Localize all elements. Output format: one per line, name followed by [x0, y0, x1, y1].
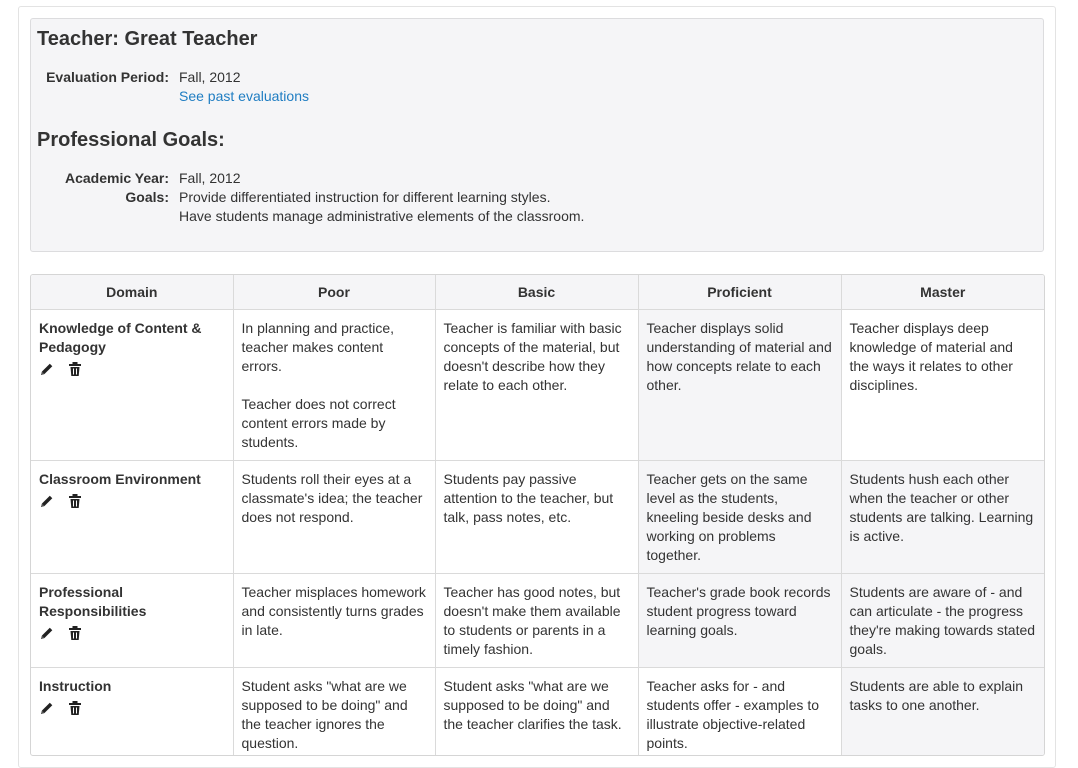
see-past-evaluations-link[interactable]: See past evaluations [179, 88, 309, 104]
row-actions [39, 361, 225, 377]
domain-name: Instruction [39, 678, 112, 694]
master-cell: Students are aware of - and can articula… [841, 573, 1044, 668]
cell-text: Students roll their eyes at a classmate'… [241, 471, 423, 525]
poor-cell: Teacher misplaces homework and consisten… [233, 573, 436, 668]
cell-text: Teacher has good notes, but doesn't make… [443, 584, 621, 657]
proficient-cell: Teacher asks for - and students offer - … [638, 667, 842, 755]
poor-cell: In planning and practice, teacher makes … [233, 309, 436, 461]
master-cell: Students hush each other when the teache… [841, 460, 1044, 574]
pencil-icon[interactable] [39, 361, 55, 377]
domain-cell: Professional Responsibilities [31, 573, 234, 668]
row-actions [39, 700, 225, 716]
evaluation-period-value: Fall, 2012 [179, 69, 241, 85]
trash-icon[interactable] [67, 700, 83, 716]
goal-item: Have students manage administrative elem… [179, 208, 585, 224]
academic-year-label: Academic Year: [64, 170, 169, 186]
column-header-master: Master [841, 275, 1044, 310]
trash-icon[interactable] [67, 493, 83, 509]
goals-label: Goals: [125, 189, 169, 205]
domain-cell: Instruction [31, 667, 234, 755]
rubric-header-row: Domain Poor Basic Proficient Master [31, 275, 1044, 310]
cell-text: Teacher misplaces homework and consisten… [241, 584, 426, 638]
cell-text: Teacher gets on the same level as the st… [646, 471, 812, 563]
proficient-cell: Teacher displays solid understanding of … [638, 309, 842, 461]
domain-name: Professional Responsibilities [39, 584, 147, 619]
basic-cell: Student asks "what are we supposed to be… [435, 667, 639, 755]
master-cell: Students are able to explain tasks to on… [841, 667, 1044, 755]
goal-item: Provide differentiated instruction for d… [179, 189, 551, 205]
cell-text: Student asks "what are we supposed to be… [443, 678, 622, 732]
column-header-domain: Domain [31, 275, 234, 310]
poor-cell: Student asks "what are we supposed to be… [233, 667, 436, 755]
trash-icon[interactable] [67, 361, 83, 377]
cell-text: Students are able to explain tasks to on… [849, 678, 1024, 713]
cell-text: Teacher asks for - and students offer - … [646, 678, 820, 751]
row-actions [39, 493, 225, 509]
column-header-basic: Basic [435, 275, 639, 310]
pencil-icon[interactable] [39, 625, 55, 641]
poor-cell: Students roll their eyes at a classmate'… [233, 460, 436, 574]
column-header-poor: Poor [233, 275, 436, 310]
rubric-table: Domain Poor Basic Proficient Master Know… [30, 274, 1045, 756]
cell-text: Students hush each other when the teache… [849, 471, 1034, 544]
column-header-proficient: Proficient [638, 275, 842, 310]
professional-goals-heading: Professional Goals: [37, 129, 225, 151]
academic-year-value: Fall, 2012 [179, 170, 241, 186]
evaluation-period-label: Evaluation Period: [46, 69, 169, 85]
proficient-cell: Teacher gets on the same level as the st… [638, 460, 842, 574]
pencil-icon[interactable] [39, 700, 55, 716]
basic-cell: Teacher is familiar with basic concepts … [435, 309, 639, 461]
domain-name: Classroom Environment [39, 471, 201, 487]
teacher-heading: Teacher: Great Teacher [37, 28, 258, 50]
pencil-icon[interactable] [39, 493, 55, 509]
cell-text: Teacher displays solid understanding of … [646, 320, 832, 393]
master-cell: Teacher displays deep knowledge of mater… [841, 309, 1044, 461]
teacher-summary-panel: Teacher: Great Teacher Evaluation Period… [30, 18, 1044, 252]
trash-icon[interactable] [67, 625, 83, 641]
cell-text: Students are aware of - and can articula… [849, 584, 1036, 657]
basic-cell: Teacher has good notes, but doesn't make… [435, 573, 639, 668]
domain-cell: Knowledge of Content & Pedagogy [31, 309, 234, 461]
cell-text: Student asks "what are we supposed to be… [241, 678, 408, 751]
domain-name: Knowledge of Content & Pedagogy [39, 320, 202, 355]
proficient-cell: Teacher's grade book records student pro… [638, 573, 842, 668]
cell-text: Students pay passive attention to the te… [443, 471, 614, 525]
cell-text: In planning and practice, teacher makes … [241, 320, 395, 374]
domain-cell: Classroom Environment [31, 460, 234, 574]
row-actions [39, 625, 225, 641]
basic-cell: Students pay passive attention to the te… [435, 460, 639, 574]
cell-text: Teacher is familiar with basic concepts … [443, 320, 622, 393]
table-row: Instruction Student asks "what are we sup… [31, 667, 1044, 755]
cell-text: Teacher displays deep knowledge of mater… [849, 320, 1013, 393]
table-row: Knowledge of Content & Pedagogy In planni… [31, 309, 1044, 461]
cell-text: Teacher's grade book records student pro… [646, 584, 831, 638]
table-row: Classroom Environment Students roll their… [31, 460, 1044, 574]
table-row: Professional Responsibilities Teacher mis… [31, 573, 1044, 668]
cell-text: Teacher does not correct content errors … [241, 396, 396, 450]
